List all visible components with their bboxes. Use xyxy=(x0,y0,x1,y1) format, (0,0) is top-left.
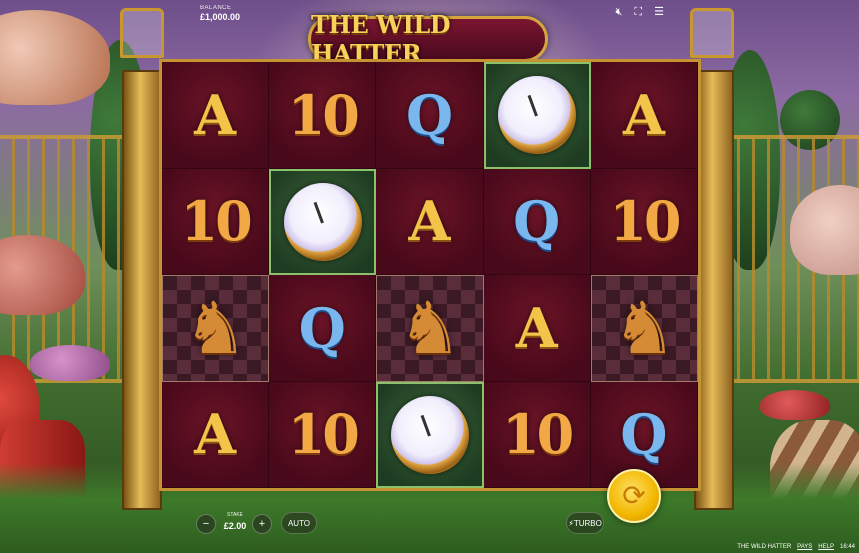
fullscreen-icon[interactable]: ⛶ xyxy=(634,6,642,18)
symbol-a: A xyxy=(194,82,237,147)
pocket-watch-icon xyxy=(390,395,469,474)
footer: THE WILD HATTER PAYS HELP 16:44 xyxy=(737,544,855,550)
symbol-10: 10 xyxy=(609,189,681,254)
balance-label: BALANCE xyxy=(200,5,232,11)
left-gate-pillar xyxy=(122,70,162,510)
control-bar: − STAKE £2.00 + AUTO ⚡︎ TURBO ⟳ xyxy=(0,469,859,545)
symbol-a: A xyxy=(408,189,451,254)
pocket-watch-icon xyxy=(498,76,577,155)
reel-cell-knight: ♞ xyxy=(590,275,698,382)
reel-cell-a: A xyxy=(162,381,270,488)
stake-value: £2.00 xyxy=(223,521,247,531)
symbol-q: Q xyxy=(513,189,561,254)
chess-knight-icon: ♞ xyxy=(612,286,677,371)
reel-cell-pocket-watch xyxy=(269,168,377,275)
chess-knight-icon: ♞ xyxy=(183,286,248,371)
reel-cell-10: 10 xyxy=(162,168,270,275)
help-link[interactable]: HELP xyxy=(818,544,834,550)
symbol-10: 10 xyxy=(287,402,360,467)
reel-cell-10: 10 xyxy=(269,62,377,169)
symbol-10: 10 xyxy=(180,189,253,254)
reel-cell-a: A xyxy=(483,275,591,382)
stake-increase-button[interactable]: + xyxy=(252,514,272,534)
balance-value: £1,000.00 xyxy=(200,12,241,22)
reel-cell-a: A xyxy=(590,62,698,169)
reel-cell-10: 10 xyxy=(590,168,698,275)
reel-grid: A 10 Q A 10 A Q 10 ♞ Q ♞ A ♞ A 10 10 Q xyxy=(159,59,701,491)
game-logo: THE WILD HATTER xyxy=(308,10,548,68)
turbo-label: TURBO xyxy=(573,518,602,528)
pays-link[interactable]: PAYS xyxy=(797,544,812,550)
reel-cell-knight: ♞ xyxy=(376,275,484,382)
turbo-button[interactable]: ⚡︎ TURBO xyxy=(566,512,604,534)
stake-label: STAKE xyxy=(226,512,244,518)
reel-cell-pocket-watch xyxy=(483,62,591,169)
symbol-10: 10 xyxy=(502,402,574,467)
pocket-watch-icon xyxy=(283,182,362,261)
symbol-q: Q xyxy=(298,295,346,360)
balance-display: BALANCE £1,000.00 xyxy=(200,5,240,22)
symbol-a: A xyxy=(622,82,665,147)
reel-cell-q: Q xyxy=(483,168,591,275)
reel-cell-knight: ♞ xyxy=(162,275,270,382)
sound-off-icon[interactable]: 🔇︎ xyxy=(615,6,622,18)
symbol-q: Q xyxy=(405,82,454,147)
menu-icon[interactable]: ☰ xyxy=(654,6,664,18)
footer-game-name: THE WILD HATTER xyxy=(737,544,792,550)
reel-cell-a: A xyxy=(162,62,270,169)
reel-cell-pocket-watch xyxy=(376,381,484,488)
symbol-10: 10 xyxy=(287,82,360,147)
clock: 16:44 xyxy=(839,544,855,550)
mushroom xyxy=(30,345,110,381)
reel-cell-a: A xyxy=(376,168,484,275)
symbol-a: A xyxy=(515,295,558,360)
symbol-q: Q xyxy=(620,402,668,467)
spin-icon: ⟳ xyxy=(622,480,646,511)
reel-cell-q: Q xyxy=(376,62,484,169)
auto-label: AUTO xyxy=(287,518,311,528)
chess-knight-icon: ♞ xyxy=(397,286,463,371)
reel-cell-10: 10 xyxy=(269,381,377,488)
reel-cell-q: Q xyxy=(269,275,377,382)
top-icons: 🔇︎ ⛶ ☰ xyxy=(615,6,664,18)
mushroom xyxy=(760,390,830,420)
auto-button[interactable]: AUTO xyxy=(281,512,317,534)
symbol-a: A xyxy=(194,402,237,467)
stake-decrease-button[interactable]: − xyxy=(196,514,216,534)
reel-cell-10: 10 xyxy=(483,381,591,488)
spin-button[interactable]: ⟳ xyxy=(607,469,661,523)
stake-control: − STAKE £2.00 + xyxy=(196,509,274,535)
